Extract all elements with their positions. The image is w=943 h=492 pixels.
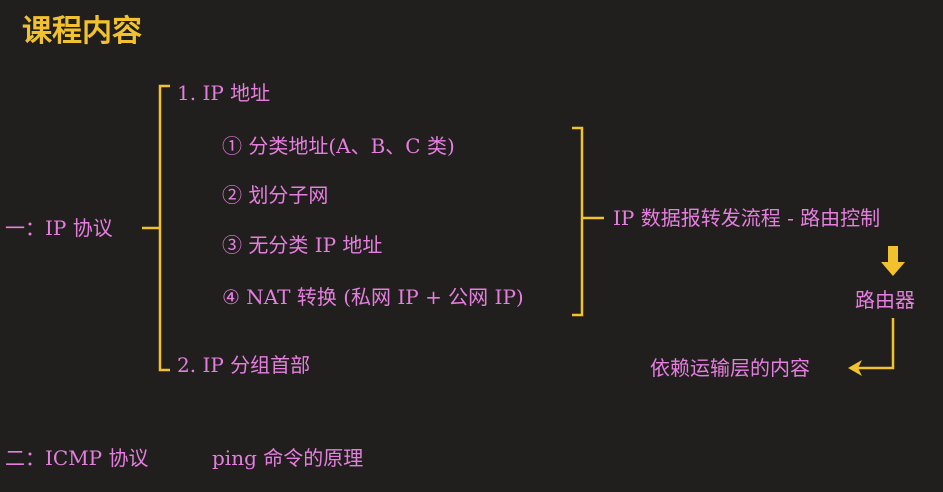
list-item: ① 分类地址(A、B、C 类) [222, 134, 455, 158]
router-connector-line [858, 318, 895, 370]
right-brace [572, 126, 604, 317]
list-item: ③ 无分类 IP 地址 [222, 233, 383, 257]
part2-note: ping 命令的原理 [212, 446, 364, 470]
section1-label: 1. IP 地址 [177, 81, 271, 105]
connectors [142, 84, 905, 376]
arrow-down-icon [881, 246, 905, 276]
transport-label: 依赖运输层的内容 [650, 356, 810, 380]
part2-label: 二：ICMP 协议 [5, 446, 149, 470]
section2-label: 2. IP 分组首部 [177, 353, 311, 377]
left-bracket [142, 84, 170, 372]
forwarding-label: IP 数据报转发流程 - 路由控制 [613, 206, 881, 230]
part1-label: 一：IP 协议 [5, 216, 113, 240]
router-label: 路由器 [855, 288, 915, 312]
list-item: ④ NAT 转换 (私网 IP + 公网 IP) [222, 285, 524, 309]
list-item: ② 划分子网 [222, 183, 329, 207]
